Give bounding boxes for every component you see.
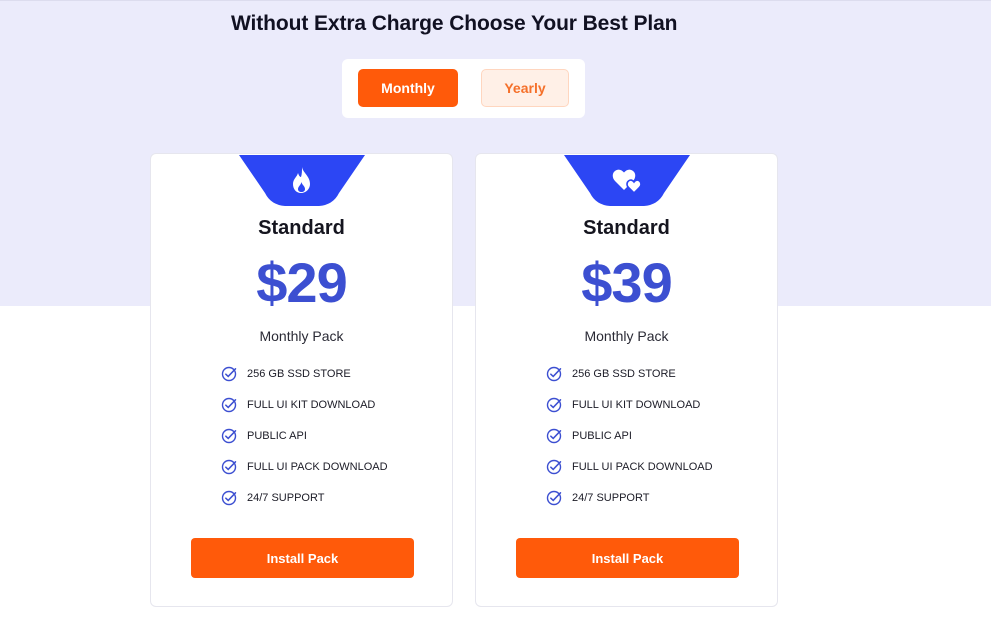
check-circle-icon xyxy=(221,397,237,412)
plan-name: Standard xyxy=(258,217,345,239)
check-circle-icon xyxy=(546,490,562,505)
check-circle-icon xyxy=(546,397,562,412)
install-pack-button[interactable]: Install Pack xyxy=(191,538,414,578)
feature-item: FULL UI PACK DOWNLOAD xyxy=(546,451,713,482)
feature-label: FULL UI KIT DOWNLOAD xyxy=(572,398,701,411)
feature-item: FULL UI KIT DOWNLOAD xyxy=(546,389,713,420)
plan-name: Standard xyxy=(583,217,670,239)
feature-list: 256 GB SSD STORE FULL UI KIT DOWNLOAD PU… xyxy=(221,358,388,513)
plan-period: Monthly Pack xyxy=(259,328,344,344)
feature-item: 256 GB SSD STORE xyxy=(546,358,713,389)
check-circle-icon xyxy=(221,490,237,505)
feature-item: FULL UI PACK DOWNLOAD xyxy=(221,451,388,482)
pricing-card-standard-39: Standard $39 Monthly Pack 256 GB SSD STO… xyxy=(475,153,778,607)
feature-item: 24/7 SUPPORT xyxy=(546,482,713,513)
feature-label: 256 GB SSD STORE xyxy=(572,367,676,380)
check-circle-icon xyxy=(546,459,562,474)
feature-label: FULL UI KIT DOWNLOAD xyxy=(247,398,376,411)
check-circle-icon xyxy=(221,428,237,443)
feature-item: 24/7 SUPPORT xyxy=(221,482,388,513)
feature-label: 256 GB SSD STORE xyxy=(247,367,351,380)
feature-label: PUBLIC API xyxy=(247,429,307,442)
plan-badge xyxy=(564,155,690,207)
monthly-toggle-button[interactable]: Monthly xyxy=(358,69,458,107)
feature-item: PUBLIC API xyxy=(221,420,388,451)
check-circle-icon xyxy=(221,366,237,381)
plan-price: $39 xyxy=(581,251,672,314)
pricing-card-standard-29: Standard $29 Monthly Pack 256 GB SSD STO… xyxy=(150,153,453,607)
check-circle-icon xyxy=(221,459,237,474)
feature-item: FULL UI KIT DOWNLOAD xyxy=(221,389,388,420)
feature-label: FULL UI PACK DOWNLOAD xyxy=(572,460,713,473)
yearly-toggle-button[interactable]: Yearly xyxy=(481,69,569,107)
check-circle-icon xyxy=(546,428,562,443)
plan-period: Monthly Pack xyxy=(584,328,669,344)
feature-label: PUBLIC API xyxy=(572,429,632,442)
feature-label: 24/7 SUPPORT xyxy=(247,491,325,504)
install-pack-button[interactable]: Install Pack xyxy=(516,538,739,578)
feature-item: PUBLIC API xyxy=(546,420,713,451)
check-circle-icon xyxy=(546,366,562,381)
feature-label: 24/7 SUPPORT xyxy=(572,491,650,504)
feature-list: 256 GB SSD STORE FULL UI KIT DOWNLOAD PU… xyxy=(546,358,713,513)
billing-toggle: Monthly Yearly xyxy=(342,59,585,118)
feature-label: FULL UI PACK DOWNLOAD xyxy=(247,460,388,473)
feature-item: 256 GB SSD STORE xyxy=(221,358,388,389)
plan-badge xyxy=(239,155,365,207)
plan-price: $29 xyxy=(256,251,347,314)
page-title: Without Extra Charge Choose Your Best Pl… xyxy=(231,12,678,35)
